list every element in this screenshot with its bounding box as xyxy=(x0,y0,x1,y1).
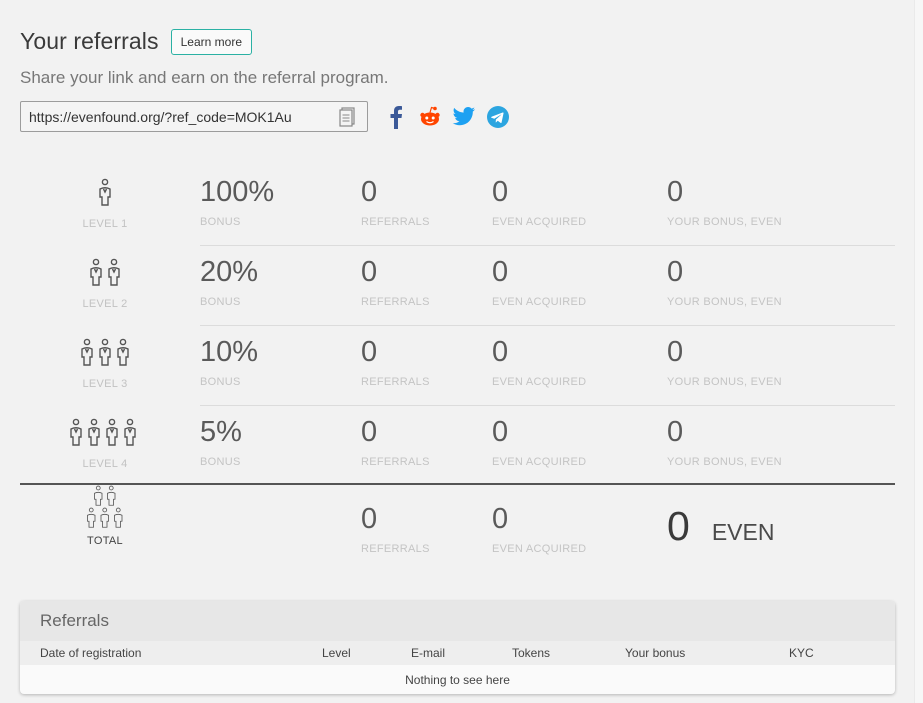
bonus-value: 5% xyxy=(200,416,242,448)
person-icon xyxy=(98,174,112,208)
referrals-label: REFERRALS xyxy=(361,216,430,228)
referral-link-row: https://evenfound.org/?ref_code=MOK1Au xyxy=(20,101,510,132)
col-your-bonus[interactable]: Your bonus xyxy=(625,646,685,660)
level-row: LEVEL 2 20% BONUS 0 REFERRALS 0 EVEN ACQUIR… xyxy=(20,246,895,326)
facebook-icon[interactable] xyxy=(384,105,408,129)
level-row: LEVEL 3 10% BONUS 0 REFERRALS 0 EVEN ACQUIR… xyxy=(20,326,895,406)
acquired-label: EVEN ACQUIRED xyxy=(492,296,587,308)
your-bonus-label: YOUR BONUS, EVEN xyxy=(667,296,782,308)
referrals-panel-title: Referrals xyxy=(20,601,895,641)
level-label: LEVEL 2 xyxy=(82,298,128,310)
bonus-value: 10% xyxy=(200,336,259,368)
acquired-value: 0 xyxy=(492,176,509,208)
level-label: LEVEL 4 xyxy=(82,458,128,470)
col-tokens[interactable]: Tokens xyxy=(512,646,550,660)
copy-icon[interactable] xyxy=(339,106,355,127)
acquired-label: EVEN ACQUIRED xyxy=(492,456,587,468)
your-bonus-label: YOUR BONUS, EVEN xyxy=(667,216,782,228)
level-label: LEVEL 3 xyxy=(82,378,128,390)
level-row: LEVEL 4 5% BONUS 0 REFERRALS 0 EVEN ACQUIRE… xyxy=(20,406,895,486)
referrals-panel: Referrals Date of registration Level E-m… xyxy=(20,601,895,694)
col-kyc[interactable]: KYC xyxy=(789,646,814,660)
your-bonus-value: 0 xyxy=(667,416,684,448)
social-share-icons xyxy=(384,105,510,129)
group-icon xyxy=(85,485,125,529)
acquired-label: EVEN ACQUIRED xyxy=(492,216,587,228)
total-bonus-amount: 0 xyxy=(667,503,690,549)
bonus-label: BONUS xyxy=(200,296,241,308)
your-bonus-value: 0 xyxy=(667,176,684,208)
bonus-value: 100% xyxy=(200,176,275,208)
total-bonus: 0 EVEN xyxy=(667,503,774,550)
referral-link-field[interactable]: https://evenfound.org/?ref_code=MOK1Au xyxy=(20,101,368,132)
two-people-icon xyxy=(87,254,123,288)
your-bonus-label: YOUR BONUS, EVEN xyxy=(667,456,782,468)
acquired-value: 0 xyxy=(492,256,509,288)
total-bonus-unit: EVEN xyxy=(711,519,775,545)
total-row: TOTAL 0 REFERRALS 0 EVEN ACQUIRED 0 EVEN xyxy=(20,485,895,575)
your-bonus-label: YOUR BONUS, EVEN xyxy=(667,376,782,388)
total-acquired-label: EVEN ACQUIRED xyxy=(492,543,587,555)
three-people-icon xyxy=(78,334,132,368)
level-label: LEVEL 1 xyxy=(82,218,128,230)
your-bonus-value: 0 xyxy=(667,336,684,368)
learn-more-button[interactable]: Learn more xyxy=(170,28,252,55)
telegram-icon[interactable] xyxy=(486,105,510,129)
referrals-value: 0 xyxy=(361,176,378,208)
referrals-label: REFERRALS xyxy=(361,376,430,388)
referrals-table-header: Date of registration Level E-mail Tokens… xyxy=(20,641,895,665)
your-bonus-value: 0 xyxy=(667,256,684,288)
col-level[interactable]: Level xyxy=(322,646,351,660)
referrals-value: 0 xyxy=(361,336,378,368)
col-email[interactable]: E-mail xyxy=(411,646,445,660)
four-people-icon xyxy=(68,414,142,448)
bonus-value: 20% xyxy=(200,256,259,288)
acquired-value: 0 xyxy=(492,416,509,448)
total-acquired-value: 0 xyxy=(492,503,509,535)
total-label: TOTAL xyxy=(87,535,123,547)
referral-link-text: https://evenfound.org/?ref_code=MOK1Au xyxy=(29,108,292,125)
page-scrollbar[interactable] xyxy=(914,0,923,703)
acquired-value: 0 xyxy=(492,336,509,368)
bonus-label: BONUS xyxy=(200,216,241,228)
level-row: LEVEL 1 100% BONUS 0 REFERRALS 0 EVEN ACQUI… xyxy=(20,166,895,246)
header: Your referrals Learn more xyxy=(20,28,252,55)
referrals-value: 0 xyxy=(361,256,378,288)
bonus-label: BONUS xyxy=(200,376,241,388)
twitter-icon[interactable] xyxy=(452,105,476,129)
total-referrals-value: 0 xyxy=(361,503,378,535)
referrals-value: 0 xyxy=(361,416,378,448)
referrals-label: REFERRALS xyxy=(361,296,430,308)
reddit-icon[interactable] xyxy=(418,105,442,129)
referrals-label: REFERRALS xyxy=(361,456,430,468)
col-date[interactable]: Date of registration xyxy=(40,646,141,660)
page-subtitle: Share your link and earn on the referral… xyxy=(20,68,389,87)
page-title: Your referrals xyxy=(20,28,159,54)
levels-table: LEVEL 1 100% BONUS 0 REFERRALS 0 EVEN ACQUI… xyxy=(20,166,895,486)
bonus-label: BONUS xyxy=(200,456,241,468)
acquired-label: EVEN ACQUIRED xyxy=(492,376,587,388)
total-referrals-label: REFERRALS xyxy=(361,543,430,555)
empty-state: Nothing to see here xyxy=(405,672,510,687)
